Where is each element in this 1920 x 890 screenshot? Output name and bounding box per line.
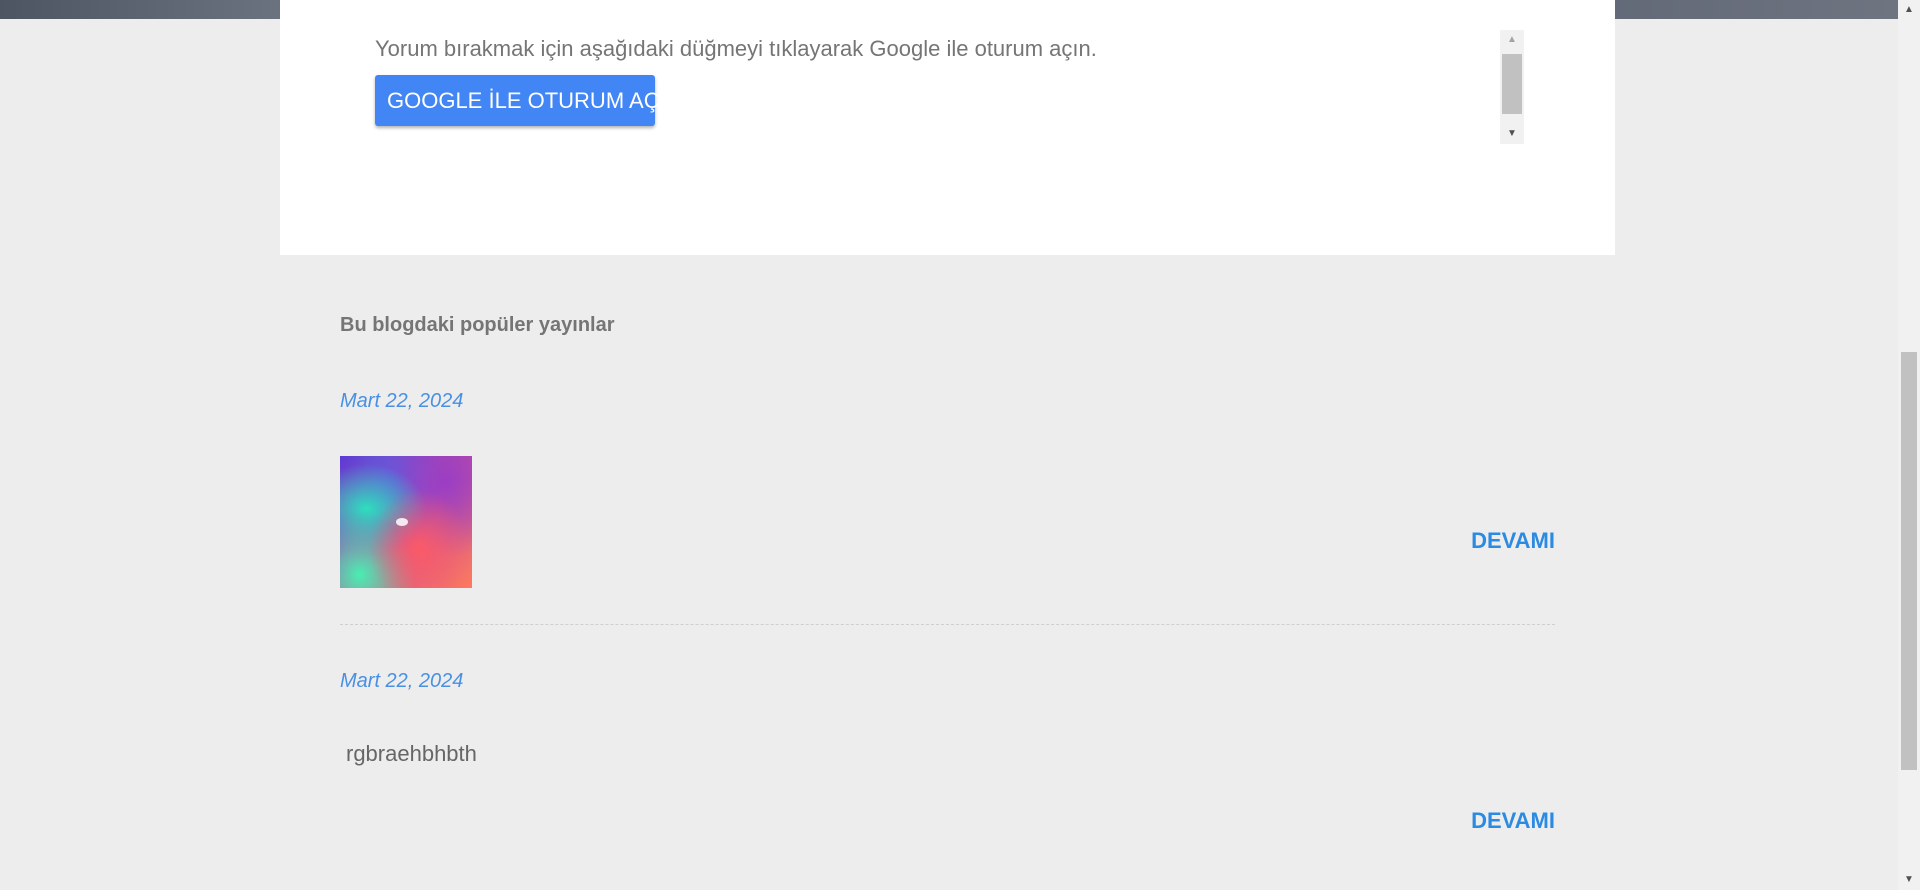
- comment-form-frame: Yorum bırakmak için aşağıdaki düğmeyi tı…: [375, 30, 1526, 144]
- post-divider: [340, 624, 1555, 625]
- scroll-up-arrow-icon[interactable]: ▲: [1898, 0, 1920, 20]
- post-date[interactable]: Mart 22, 2024: [340, 670, 463, 693]
- post-date[interactable]: Mart 22, 2024: [340, 390, 463, 413]
- scrollbar-thumb[interactable]: [1901, 352, 1917, 770]
- scroll-down-arrow-icon[interactable]: ▼: [1500, 124, 1524, 144]
- popular-posts-heading: Bu blogdaki popüler yayınlar: [340, 314, 615, 336]
- signin-prompt: Yorum bırakmak için aşağıdaki düğmeyi tı…: [375, 36, 1097, 61]
- page-scrollbar[interactable]: ▲ ▼: [1898, 0, 1920, 890]
- read-more-link[interactable]: DEVAMI: [1471, 528, 1555, 554]
- post-snippet: rgbraehbhbth: [346, 741, 477, 766]
- scroll-up-arrow-icon[interactable]: ▲: [1500, 30, 1524, 50]
- comment-card: Yorum bırakmak için aşağıdaki düğmeyi tı…: [280, 0, 1615, 255]
- read-more-link[interactable]: DEVAMI: [1471, 808, 1555, 834]
- google-signin-button[interactable]: GOOGLE İLE OTURUM AÇ: [375, 75, 660, 126]
- post-thumbnail-image[interactable]: [340, 456, 472, 588]
- scroll-down-arrow-icon[interactable]: ▼: [1898, 870, 1920, 890]
- thumbnail-highlight: [396, 518, 408, 526]
- scrollbar-thumb[interactable]: [1502, 54, 1522, 114]
- comment-frame-scrollbar[interactable]: ▲ ▼: [1500, 30, 1524, 144]
